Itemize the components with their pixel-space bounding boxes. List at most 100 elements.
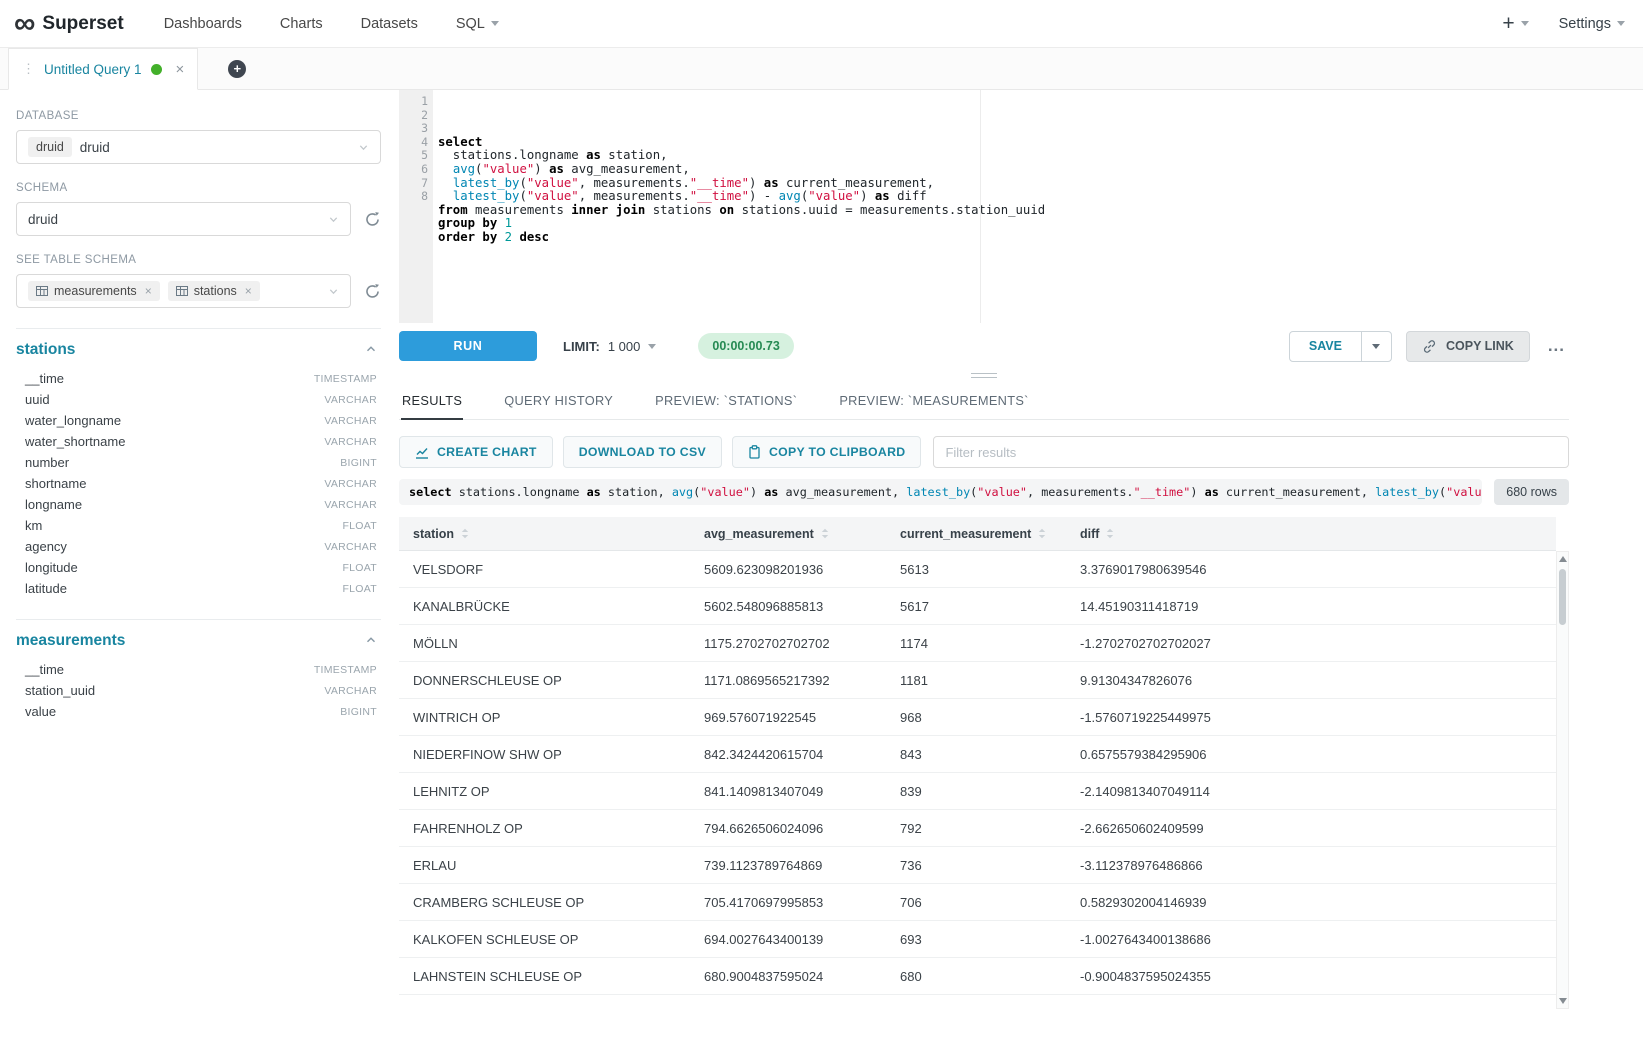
cell: 693 (886, 932, 1066, 947)
schema-select[interactable]: druid (16, 202, 351, 236)
column-header-avg-measurement[interactable]: avg_measurement (690, 517, 886, 550)
download-csv-button[interactable]: DOWNLOAD TO CSV (563, 436, 722, 468)
scroll-up-arrow-icon[interactable] (1559, 556, 1567, 562)
new-query-tab-button[interactable]: + (228, 60, 246, 78)
settings-menu[interactable]: Settings (1559, 16, 1625, 32)
sql-token: "value" (482, 162, 534, 176)
column-type: VARCHAR (324, 499, 377, 511)
run-button[interactable]: RUN (399, 331, 537, 361)
copy-link-button[interactable]: COPY LINK (1406, 331, 1530, 362)
results-actions: CREATE CHART DOWNLOAD TO CSV COPY TO CLI… (399, 436, 1569, 468)
chevron-down-icon (1521, 21, 1529, 26)
column-row: __timeTIMESTAMP (16, 659, 381, 680)
tab-query-history[interactable]: QUERY HISTORY (503, 382, 614, 419)
scrollbar-thumb[interactable] (1559, 569, 1566, 625)
schema-table-header-measurements[interactable]: measurements (16, 630, 381, 659)
line-number: 5 (399, 149, 428, 163)
sql-token: "value" (700, 485, 750, 499)
nav-item-charts[interactable]: Charts (280, 16, 323, 32)
results-table-head: station avg_measurementcurrent_measuremen… (399, 517, 1556, 551)
column-row: __timeTIMESTAMP (16, 368, 381, 389)
results-scrollbar[interactable] (1556, 551, 1569, 1009)
limit-dropdown[interactable]: 1 000 (608, 339, 657, 354)
column-row: longnameVARCHAR (16, 494, 381, 515)
nav-item-datasets[interactable]: Datasets (361, 16, 418, 32)
remove-table-icon[interactable]: × (145, 284, 152, 298)
column-header-current-measurement[interactable]: current_measurement (886, 517, 1066, 550)
sql-token: as (764, 176, 779, 190)
close-tab-icon[interactable]: × (176, 61, 185, 78)
remove-table-icon[interactable]: × (245, 284, 252, 298)
sql-token: select (409, 485, 452, 499)
sql-token: avg_measurement, (778, 485, 906, 499)
cell: 1174 (886, 636, 1066, 651)
sort-icon[interactable] (1038, 527, 1046, 540)
editor-code[interactable]: select stations.longname as station, avg… (433, 90, 1569, 323)
scroll-down-arrow-icon[interactable] (1559, 998, 1567, 1004)
table-tag-measurements[interactable]: measurements× (28, 281, 160, 301)
sort-icon[interactable] (461, 527, 469, 540)
cell: KANALBRÜCKE (399, 599, 690, 614)
save-dropdown-button[interactable] (1361, 332, 1391, 361)
column-header-label: station (413, 527, 454, 541)
chevron-up-icon[interactable] (365, 633, 377, 649)
save-button[interactable]: SAVE (1290, 332, 1361, 361)
code-line: order by 2 desc (438, 231, 1569, 245)
refresh-schemas-icon[interactable] (364, 211, 381, 228)
sort-icon[interactable] (821, 527, 829, 540)
copy-clipboard-button[interactable]: COPY TO CLIPBOARD (732, 436, 922, 468)
refresh-tables-icon[interactable] (364, 283, 381, 300)
database-select[interactable]: druid druid (16, 130, 381, 164)
superset-logo-icon[interactable]: ∞ (14, 12, 34, 36)
tab-results[interactable]: RESULTS (401, 382, 463, 419)
brand-name[interactable]: Superset (42, 13, 123, 35)
chart-icon (415, 445, 429, 459)
nav-item-sql[interactable]: SQL (456, 16, 499, 32)
column-name: shortname (25, 476, 86, 491)
drag-dots-icon: ⋮ (22, 61, 35, 77)
query-timer: 00:00:00.73 (698, 333, 793, 359)
sql-token: "value" (527, 189, 579, 203)
print-margin-line (980, 90, 981, 323)
query-tab-label: Untitled Query 1 (44, 62, 142, 77)
pane-resize-handle[interactable] (399, 369, 1569, 382)
code-line: latest_by("value", measurements."__time"… (438, 190, 1569, 204)
chevron-down-icon (328, 214, 339, 225)
schema-table-header-stations[interactable]: stations (16, 339, 381, 368)
tab-preview-measurements[interactable]: PREVIEW: `MEASUREMENTS` (838, 382, 1029, 419)
sql-token: "__time" (690, 176, 749, 190)
table-row: LAHNSTEIN SCHLEUSE OP680.900483759502468… (399, 958, 1556, 995)
schema-browser: stations__timeTIMESTAMPuuidVARCHARwater_… (16, 328, 381, 722)
column-name: longitude (25, 560, 78, 575)
cell: 839 (886, 784, 1066, 799)
cell: 792 (886, 821, 1066, 836)
sql-token: stations.uuid = measurements.station_uui… (734, 203, 1045, 217)
sql-token (438, 176, 453, 190)
results-table: station avg_measurementcurrent_measuremen… (399, 517, 1569, 995)
table-row: KANALBRÜCKE5602.548096885813561714.45190… (399, 588, 1556, 625)
code-line: select (438, 136, 1569, 150)
column-row: agencyVARCHAR (16, 536, 381, 557)
filter-results-input[interactable] (933, 436, 1569, 468)
more-actions-icon[interactable]: ... (1544, 342, 1569, 351)
new-item-button[interactable]: + (1502, 13, 1528, 34)
nav-item-dashboards[interactable]: Dashboards (164, 16, 242, 32)
nav-item-label: Dashboards (164, 16, 242, 32)
column-name: uuid (25, 392, 50, 407)
create-chart-button[interactable]: CREATE CHART (399, 436, 553, 468)
sort-icon[interactable] (1106, 527, 1114, 540)
query-tab-active[interactable]: ⋮ Untitled Query 1 × (8, 48, 198, 90)
sql-editor[interactable]: 12345678 select stations.longname as sta… (399, 90, 1569, 323)
column-type: VARCHAR (324, 541, 377, 553)
sql-token: select (438, 135, 482, 149)
table-select[interactable]: measurements× stations× (16, 274, 351, 308)
schema-label: SCHEMA (16, 182, 381, 194)
table-tag-stations[interactable]: stations× (168, 281, 260, 301)
chevron-up-icon[interactable] (365, 342, 377, 358)
column-header-station[interactable]: station (399, 517, 690, 550)
cell: DONNERSCHLEUSE OP (399, 673, 690, 688)
column-header-diff[interactable]: diff (1066, 517, 1556, 550)
tab-preview-stations[interactable]: PREVIEW: `STATIONS` (654, 382, 798, 419)
column-row: valueBIGINT (16, 701, 381, 722)
table-icon (176, 285, 188, 297)
